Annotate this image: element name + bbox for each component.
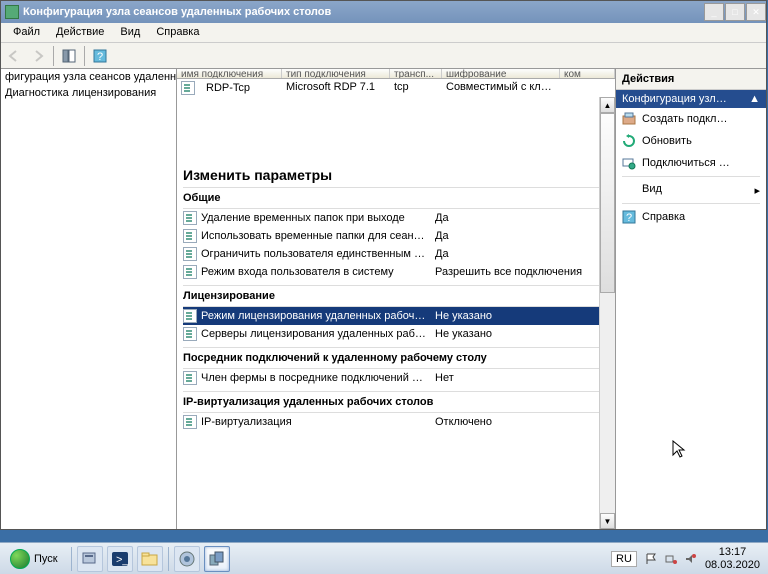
section-licensing: Лицензирование [183,285,607,307]
conn-type: Microsoft RDP 7.1 [282,81,390,95]
item-restrict-user[interactable]: Ограничить пользователя единственным …Да [183,245,607,263]
setting-icon [183,309,197,323]
toolbar: ? [1,43,766,69]
action-connect[interactable]: Подключиться … [616,152,766,174]
svg-text:?: ? [97,51,103,63]
item-delete-temp[interactable]: Удаление временных папок при выходеДа [183,209,607,227]
taskbar-explorer[interactable] [137,546,163,572]
window-title: Конфигурация узла сеансов удаленных рабо… [23,6,703,18]
edit-params-heading: Изменить параметры [183,167,607,183]
svg-text:>_: >_ [116,554,129,566]
chevron-right-icon: ▸ [754,184,760,197]
menu-view[interactable]: Вид [112,23,148,42]
action-label: Обновить [642,135,692,147]
action-refresh[interactable]: Обновить [616,130,766,152]
setting-icon [183,211,197,225]
action-view[interactable]: Вид ▸ [616,179,766,201]
tray-icon-flag[interactable] [645,553,657,565]
connection-row[interactable]: RDP-Tcp Microsoft RDP 7.1 tcp Совместимы… [177,79,615,97]
collapse-icon: ▲ [749,93,760,105]
menubar: Файл Действие Вид Справка [1,23,766,43]
action-label: Создать подкл… [642,113,727,125]
action-label: Справка [642,211,685,223]
item-farm-member[interactable]: Член фермы в посреднике подключений к…Не… [183,369,607,387]
systray: RU 13:17 08.03.2020 [611,546,768,570]
col-transport[interactable]: трансп... [390,69,442,78]
clock-time: 13:17 [705,546,760,558]
main-window: Конфигурация узла сеансов удаленных рабо… [0,0,767,530]
tree-item-licensing[interactable]: Диагностика лицензирования [1,85,176,101]
setting-icon [183,265,197,279]
start-orb-icon [10,549,30,569]
menu-file[interactable]: Файл [5,23,48,42]
taskbar-app-active[interactable] [204,546,230,572]
col-type[interactable]: тип подключения [282,69,390,78]
action-help[interactable]: ? Справка [616,206,766,228]
item-login-mode[interactable]: Режим входа пользователя в системуРазреш… [183,263,607,281]
titlebar[interactable]: Конфигурация узла сеансов удаленных рабо… [1,1,766,23]
action-create-connection[interactable]: Создать подкл… [616,108,766,130]
server-icon [622,112,636,126]
tree-pane: фигурация узла сеансов удаленны Диагност… [1,69,177,529]
app-icon [5,5,19,19]
tree-item-config[interactable]: фигурация узла сеансов удаленны [1,69,176,85]
scrollbar[interactable]: ▲ ▼ [599,97,615,529]
col-name[interactable]: имя подключения [177,69,282,78]
setting-icon [183,371,197,385]
taskbar: Пуск >_ RU 13:17 08.03.2020 [0,542,768,574]
setting-icon [183,327,197,341]
scroll-up-button[interactable]: ▲ [600,97,615,113]
section-general: Общие [183,187,607,209]
taskbar-server-manager[interactable] [77,546,103,572]
section-broker: Посредник подключений к удаленному рабоч… [183,347,607,369]
actions-pane: Действия Конфигурация узл…▲ Создать подк… [616,69,766,529]
actions-header: Действия [616,69,766,90]
tray-icon-sound[interactable] [685,553,697,565]
action-label: Вид [642,183,662,197]
connect-icon [622,156,636,170]
col-encryption[interactable]: шифрование [442,69,560,78]
scroll-thumb[interactable] [600,113,615,293]
scroll-down-button[interactable]: ▼ [600,513,615,529]
conn-transport: tcp [390,81,442,95]
menu-help[interactable]: Справка [148,23,207,42]
lang-indicator[interactable]: RU [611,551,637,567]
help-button[interactable]: ? [89,45,111,67]
maximize-button[interactable]: □ [725,3,745,21]
menu-action[interactable]: Действие [48,23,112,42]
start-label: Пуск [34,553,58,565]
connection-columns: имя подключения тип подключения трансп..… [177,69,615,79]
conn-name: RDP-Tcp [202,82,254,94]
taskbar-clock[interactable]: 13:17 08.03.2020 [705,546,760,570]
item-use-temp[interactable]: Использовать временные папки для сеан…Да [183,227,607,245]
minimize-button[interactable]: _ [704,3,724,21]
connection-icon [181,81,195,95]
setting-icon [183,247,197,261]
conn-encryption: Совместимый с кл… [442,81,560,95]
col-comment[interactable]: ком [560,69,615,78]
item-licensing-mode[interactable]: Режим лицензирования удаленных рабочи…Не… [183,307,607,325]
back-button [3,45,25,67]
taskbar-powershell[interactable]: >_ [107,546,133,572]
close-button[interactable]: ✕ [746,3,766,21]
refresh-icon [622,134,636,148]
setting-icon [183,415,197,429]
clock-date: 08.03.2020 [705,559,760,571]
item-ipvirt[interactable]: IP-виртуализацияОтключено [183,413,607,431]
setting-icon [183,229,197,243]
forward-button [27,45,49,67]
section-ipvirt: IP-виртуализация удаленных рабочих столо… [183,391,607,413]
svg-text:?: ? [626,212,632,224]
start-button[interactable]: Пуск [0,545,68,573]
main-pane: имя подключения тип подключения трансп..… [177,69,616,529]
help-icon: ? [622,210,636,224]
taskbar-app1[interactable] [174,546,200,572]
show-hide-button[interactable] [58,45,80,67]
actions-subheader[interactable]: Конфигурация узл…▲ [616,90,766,108]
item-licensing-servers[interactable]: Серверы лицензирования удаленных рабо…Не… [183,325,607,343]
tray-icon-network[interactable] [665,553,677,565]
action-label: Подключиться … [642,157,730,169]
